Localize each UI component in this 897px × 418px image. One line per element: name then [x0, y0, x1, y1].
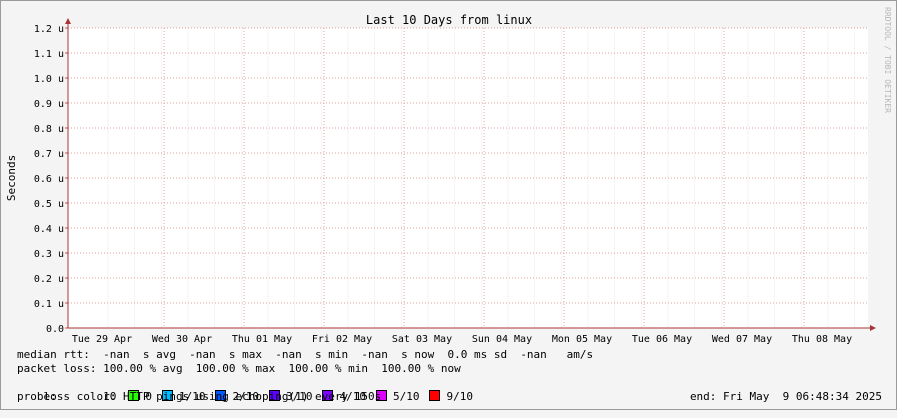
x-tick-label: Mon 05 May	[552, 334, 612, 345]
loss-color-item: 5/10	[375, 390, 420, 403]
y-axis-label: Seconds	[5, 155, 18, 201]
x-tick-label: Fri 02 May	[312, 334, 372, 345]
end-time: end: Fri May 9 06:48:34 2025	[689, 390, 882, 403]
chart-title: Last 10 Days from linux	[366, 13, 532, 27]
y-tick-label: 0.6 u	[34, 174, 64, 185]
y-tick-label: 0.3 u	[34, 249, 64, 260]
y-tick-label: 0.0	[46, 324, 64, 335]
x-tick-label: Tue 06 May	[632, 334, 692, 345]
median-rtt-line: median rtt: -nan s avg -nan s max -nan s…	[17, 348, 594, 361]
x-tick-label: Thu 08 May	[792, 334, 852, 345]
loss-color-value: 9/10	[446, 390, 473, 403]
probe-line: probe: 10 HTTP pings using echoping(1) e…	[17, 390, 382, 403]
loss-color-item: 9/10	[429, 390, 473, 403]
x-tick-label: Thu 01 May	[232, 334, 292, 345]
rrdtool-watermark: RRDTOOL / TOBI OETIKER	[883, 7, 892, 113]
y-tick-label: 0.9 u	[34, 99, 64, 110]
x-tick-label: Wed 07 May	[712, 334, 772, 345]
y-tick-label: 1.0 u	[34, 74, 64, 85]
x-tick-label: Tue 29 Apr	[72, 334, 132, 345]
y-tick-label: 0.1 u	[34, 299, 64, 310]
y-axis-arrow	[65, 18, 71, 24]
y-tick-label: 1.2 u	[34, 24, 64, 35]
x-tick-label: Sun 04 May	[472, 334, 532, 345]
y-tick-label: 0.5 u	[34, 199, 64, 210]
y-tick-label: 0.7 u	[34, 149, 64, 160]
loss-color-swatch	[429, 390, 441, 401]
x-axis-arrow	[870, 325, 876, 331]
y-tick-label: 0.8 u	[34, 124, 64, 135]
x-tick-label: Sat 03 May	[392, 334, 452, 345]
graph-frame: 0.0 0.1 u 0.2 u 0.3 u 0.4 u 0.5 u 0.6 u 0.7 u 0.…	[0, 0, 897, 410]
x-tick-label: Wed 30 Apr	[152, 334, 212, 345]
y-tick-label: 0.2 u	[34, 274, 64, 285]
y-tick-label: 0.4 u	[34, 224, 64, 235]
loss-color-value: 5/10	[392, 390, 420, 403]
y-tick-label: 1.1 u	[34, 49, 64, 60]
packet-loss-line: packet loss: 100.00 % avg 100.00 % max 1…	[17, 362, 461, 375]
